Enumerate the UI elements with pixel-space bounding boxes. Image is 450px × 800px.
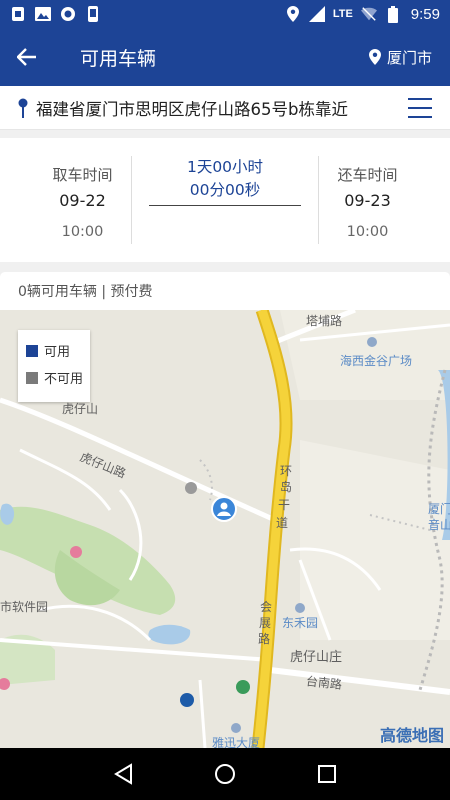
triangle-back-icon xyxy=(114,763,132,785)
rental-duration: 1天00小时 00分00秒 xyxy=(149,156,301,246)
location-icon xyxy=(285,6,301,22)
map-label: 干 xyxy=(278,498,291,512)
map-label: 台南路 xyxy=(305,674,343,692)
legend-unavailable-label: 不可用 xyxy=(44,372,84,387)
city-label: 厦门市 xyxy=(386,48,432,67)
address-text: 福建省厦门市思明区虎仔山路65号b栋靠近 xyxy=(36,99,348,119)
map-label: 道 xyxy=(276,516,289,530)
circle-home-icon xyxy=(215,764,235,784)
map-view[interactable]: 塔埔路 海西金谷广场 虎仔山 虎仔山路 环 岛 干 道 厦门 音山 市软件园 会… xyxy=(0,310,450,748)
status-bar: LTE 9:59 xyxy=(0,0,450,28)
wifi-off-icon xyxy=(360,6,377,22)
divider xyxy=(131,156,132,244)
map-label: 东禾园 xyxy=(282,616,319,630)
legend-available-swatch xyxy=(26,344,38,357)
map-label: 厦门 xyxy=(428,502,450,516)
rental-time-card: 取车时间 09-22 10:00 1天00小时 00分00秒 还车时间 09-2… xyxy=(0,138,450,262)
record-icon xyxy=(60,6,76,22)
map-label: 展 xyxy=(259,616,272,630)
pickup-time: 10:00 xyxy=(61,224,104,240)
duration-days-hours: 1天00小时 xyxy=(186,158,264,176)
return-time: 10:00 xyxy=(346,224,389,240)
legend-available-label: 可用 xyxy=(44,345,71,360)
square-recents-icon xyxy=(318,765,336,783)
pickup-date: 09-22 xyxy=(59,191,106,210)
app-bar: 可用车辆 厦门市 xyxy=(0,28,450,86)
map-legend: 可用 不可用 xyxy=(18,330,90,402)
image-icon xyxy=(35,6,51,22)
map-label: 路 xyxy=(258,632,271,646)
back-button[interactable] xyxy=(0,28,54,86)
map-label: 岛 xyxy=(280,480,293,494)
map-label: 海西金谷广场 xyxy=(340,354,413,368)
map-label: 虎仔山 xyxy=(62,402,99,416)
battery-icon xyxy=(385,5,401,23)
nav-recents-button[interactable] xyxy=(315,762,339,786)
address-pin-icon xyxy=(16,97,30,119)
nav-home-button[interactable] xyxy=(213,762,237,786)
address-bar[interactable]: 福建省厦门市思明区虎仔山路65号b栋靠近 xyxy=(0,86,450,130)
map-label: 音山 xyxy=(428,518,450,532)
map-label: 环 xyxy=(280,464,293,478)
network-type: LTE xyxy=(332,8,353,20)
map-label: 会 xyxy=(260,600,273,614)
phone-icon xyxy=(85,6,101,22)
map-label: 虎仔山庄 xyxy=(290,650,343,665)
city-selector[interactable]: 厦门市 xyxy=(368,47,432,68)
page-title: 可用车辆 xyxy=(80,47,157,70)
return-time-section[interactable]: 还车时间 09-23 10:00 xyxy=(305,138,430,262)
sim-card-icon xyxy=(10,6,26,22)
location-pin-icon xyxy=(368,49,381,65)
pickup-label: 取车时间 xyxy=(52,166,113,184)
duration-minutes-seconds: 00分00秒 xyxy=(189,181,261,199)
system-navigation-bar xyxy=(0,748,450,800)
map-provider-logo: 高德地图 xyxy=(379,726,444,745)
map-label: 市软件园 xyxy=(0,600,49,614)
return-label: 还车时间 xyxy=(337,166,398,184)
vehicle-summary: 0辆可用车辆 | 预付费 xyxy=(0,272,450,310)
nav-back-button[interactable] xyxy=(111,762,135,786)
map-label: 雅迅大厦 xyxy=(212,736,261,748)
legend-unavailable-swatch xyxy=(26,371,38,384)
map-label: 塔埔路 xyxy=(306,314,343,328)
return-date: 09-23 xyxy=(344,191,391,210)
pickup-time-section[interactable]: 取车时间 09-22 10:00 xyxy=(20,138,145,262)
arrow-left-icon xyxy=(17,48,36,66)
clock: 9:59 xyxy=(410,5,440,23)
signal-icon xyxy=(308,6,325,22)
menu-icon[interactable] xyxy=(408,97,432,118)
